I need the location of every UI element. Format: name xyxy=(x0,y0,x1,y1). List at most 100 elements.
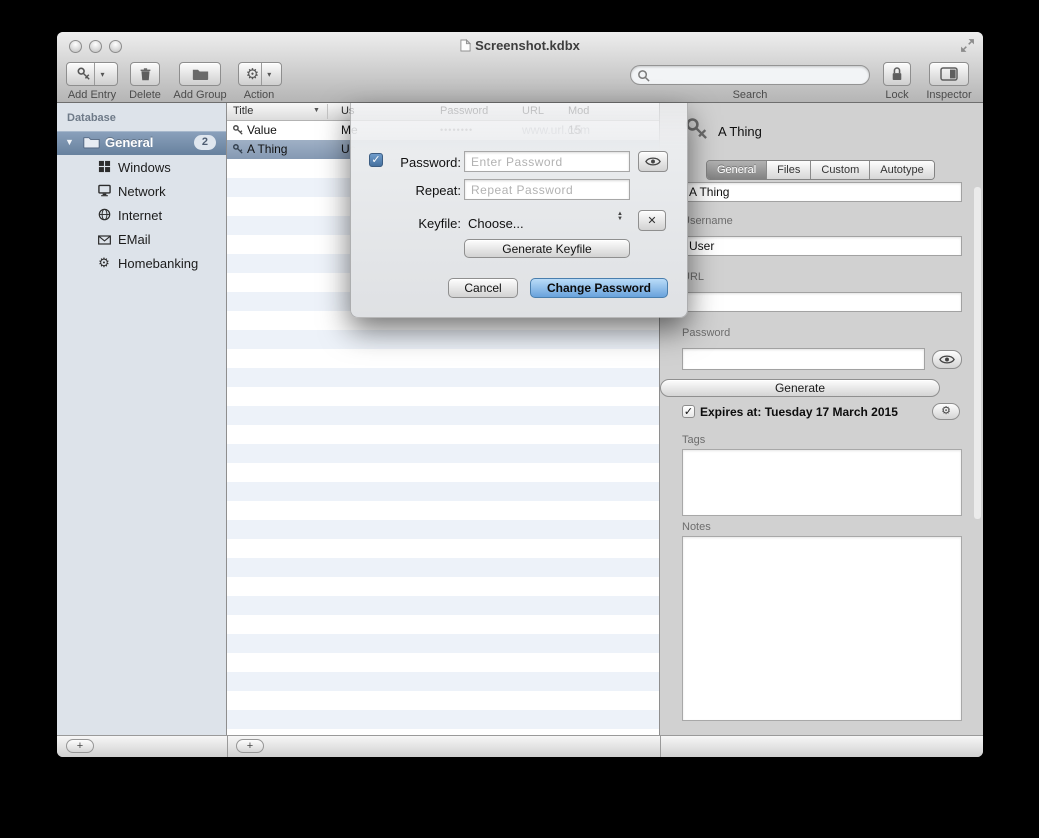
envelope-icon xyxy=(97,232,111,246)
fullscreen-icon[interactable] xyxy=(960,38,975,53)
globe-icon xyxy=(97,208,111,222)
add-group-button[interactable] xyxy=(179,62,221,86)
window-title: Screenshot.kdbx xyxy=(57,38,983,53)
username-field[interactable] xyxy=(682,236,962,256)
inspector-button[interactable] xyxy=(929,62,969,86)
add-group-plus-button[interactable]: + xyxy=(66,739,94,753)
new-password-input[interactable] xyxy=(465,152,629,171)
tags-field[interactable] xyxy=(682,449,962,516)
sidebar-item-homebanking[interactable]: ⚙ Homebanking xyxy=(57,251,226,275)
url-field[interactable] xyxy=(682,292,962,312)
change-password-dialog: ✓ Password: Repeat: Keyfile: Choose... ▲… xyxy=(350,103,688,318)
tags-label: Tags xyxy=(682,434,705,446)
change-password-button[interactable]: Change Password xyxy=(530,278,668,298)
trash-icon xyxy=(139,67,152,82)
sidebar-item-label: Homebanking xyxy=(118,256,198,271)
action-label: Action xyxy=(224,89,294,101)
sidebar-group-general[interactable]: ▼ General 2 xyxy=(57,131,226,155)
keyfile-popup[interactable]: Choose... xyxy=(468,216,524,231)
sidebar-item-email[interactable]: EMail xyxy=(57,227,226,251)
sidebar-item-windows[interactable]: Windows xyxy=(57,155,226,179)
bottom-bar: + + xyxy=(57,735,983,757)
pane-divider xyxy=(660,736,661,757)
add-entry-button[interactable]: ▾ xyxy=(66,62,118,86)
lock-icon xyxy=(891,66,903,82)
sidebar-item-internet[interactable]: Internet xyxy=(57,203,226,227)
sidebar-item-label: Internet xyxy=(118,208,162,223)
sidebar-section-header: Database xyxy=(67,112,116,124)
eye-icon xyxy=(939,354,955,365)
add-entry-plus-button[interactable]: + xyxy=(236,739,264,753)
inspector-label: Inspector xyxy=(914,89,983,101)
inspector-panel-icon xyxy=(940,67,958,81)
generate-password-button[interactable]: Generate xyxy=(660,379,940,397)
notes-label: Notes xyxy=(682,521,711,533)
password-label: Password xyxy=(682,327,730,339)
search-input[interactable] xyxy=(630,65,870,85)
tab-general[interactable]: General xyxy=(707,161,766,179)
popup-stepper-icon[interactable]: ▲▼ xyxy=(617,212,623,222)
password-checkbox[interactable]: ✓ xyxy=(369,153,383,167)
windows-icon xyxy=(97,160,111,174)
key-icon xyxy=(76,66,92,82)
eye-icon xyxy=(645,156,661,167)
expires-label: Expires at: Tuesday 17 March 2015 xyxy=(700,405,898,419)
cell-title: A Thing xyxy=(247,142,287,156)
gear-icon: ⚙ xyxy=(941,406,951,417)
sidebar: Database ▼ General 2 Windows Network Int… xyxy=(57,103,227,735)
show-password-button[interactable] xyxy=(638,151,668,172)
column-divider[interactable] xyxy=(327,104,328,119)
search-icon xyxy=(637,69,650,82)
reveal-password-button[interactable] xyxy=(932,350,962,369)
folder-icon xyxy=(83,135,100,149)
entry-title-field[interactable] xyxy=(682,182,962,202)
tab-custom[interactable]: Custom xyxy=(810,161,869,179)
column-header-title[interactable]: Title xyxy=(233,105,253,117)
pane-divider xyxy=(227,736,228,757)
key-icon xyxy=(232,143,244,155)
notes-field[interactable] xyxy=(682,536,962,721)
expires-checkbox[interactable]: ✓ xyxy=(682,405,695,418)
button-divider xyxy=(261,63,262,85)
scrollbar[interactable] xyxy=(974,187,981,519)
gear-icon: ⚙ xyxy=(97,256,111,270)
inspector-panel: A Thing General Files Custom Autotype Us… xyxy=(660,103,983,735)
app-window: Screenshot.kdbx ▾ Add Entry Delete Add G… xyxy=(57,32,983,757)
chevron-down-icon: ▾ xyxy=(97,70,107,79)
sidebar-item-label: EMail xyxy=(118,232,151,247)
button-divider xyxy=(94,63,95,85)
clear-keyfile-button[interactable]: ✕ xyxy=(638,210,666,231)
close-icon: ✕ xyxy=(647,214,656,227)
generate-keyfile-button[interactable]: Generate Keyfile xyxy=(464,239,630,258)
entry-count-badge: 2 xyxy=(194,135,216,150)
action-button[interactable]: ⚙ ▾ xyxy=(238,62,282,86)
tab-autotype[interactable]: Autotype xyxy=(869,161,933,179)
inspector-tabs: General Files Custom Autotype xyxy=(706,160,935,180)
repeat-input-wrap xyxy=(464,179,630,200)
disclosure-triangle-icon[interactable]: ▼ xyxy=(65,137,74,147)
repeat-label: Repeat: xyxy=(385,183,461,198)
key-icon xyxy=(232,124,244,136)
window-chrome: Screenshot.kdbx ▾ Add Entry Delete Add G… xyxy=(57,32,983,103)
repeat-password-input[interactable] xyxy=(465,180,629,199)
tab-files[interactable]: Files xyxy=(766,161,810,179)
search-label: Search xyxy=(715,89,785,101)
username-label: Username xyxy=(682,215,733,227)
sidebar-item-label: Network xyxy=(118,184,166,199)
password-field[interactable] xyxy=(682,348,925,370)
sidebar-item-label: Windows xyxy=(118,160,171,175)
cancel-button[interactable]: Cancel xyxy=(448,278,518,298)
expires-settings-button[interactable]: ⚙ xyxy=(932,403,960,420)
lock-button[interactable] xyxy=(883,62,911,86)
gear-icon: ⚙ xyxy=(246,67,259,82)
delete-button[interactable] xyxy=(130,62,160,86)
keyfile-label: Keyfile: xyxy=(385,216,461,231)
password-input-wrap xyxy=(464,151,630,172)
group-label: General xyxy=(105,135,153,150)
cell-title: Value xyxy=(247,123,277,137)
inspector-entry-title: A Thing xyxy=(718,124,762,139)
password-label: Password: xyxy=(385,155,461,170)
network-icon xyxy=(97,184,111,198)
document-icon xyxy=(460,39,471,52)
sidebar-item-network[interactable]: Network xyxy=(57,179,226,203)
